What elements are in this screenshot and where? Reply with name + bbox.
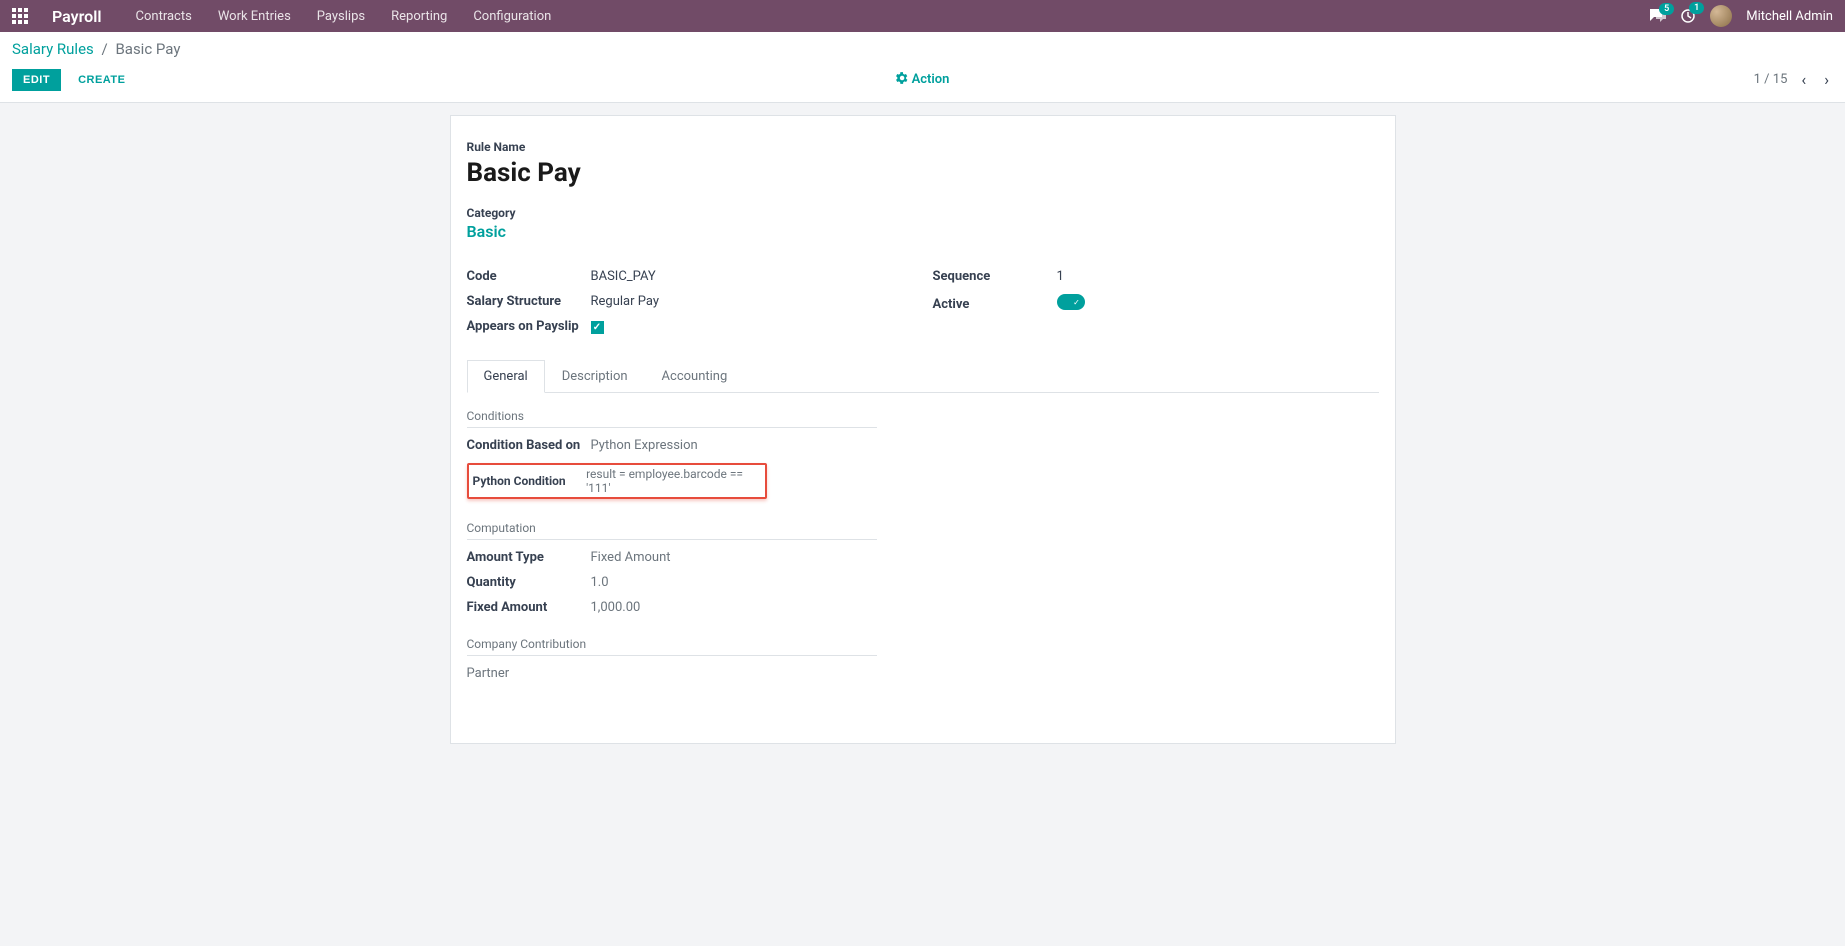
- action-dropdown[interactable]: Action: [896, 72, 950, 88]
- salary-structure-value[interactable]: Regular Pay: [591, 294, 660, 309]
- partner-label: Partner: [467, 666, 510, 681]
- messages-icon[interactable]: 5: [1650, 9, 1666, 23]
- rule-name-value: Basic Pay: [467, 158, 1379, 188]
- nav-contracts[interactable]: Contracts: [136, 9, 192, 24]
- company-contribution-title: Company Contribution: [467, 637, 877, 656]
- breadcrumb-parent[interactable]: Salary Rules: [12, 40, 94, 58]
- rule-name-label: Rule Name: [467, 140, 1379, 154]
- gear-icon: [896, 72, 908, 88]
- quantity-label: Quantity: [467, 575, 591, 590]
- user-name[interactable]: Mitchell Admin: [1746, 9, 1833, 24]
- tabs: General Description Accounting: [467, 360, 1379, 393]
- create-button[interactable]: CREATE: [67, 69, 136, 91]
- pager-text: 1 / 15: [1754, 72, 1788, 87]
- action-label: Action: [912, 72, 950, 87]
- condition-based-value: Python Expression: [591, 438, 698, 453]
- nav-configuration[interactable]: Configuration: [473, 9, 551, 24]
- sequence-value: 1: [1057, 269, 1064, 284]
- python-condition-value: result = employee.barcode == '111': [586, 467, 760, 495]
- app-title[interactable]: Payroll: [52, 7, 102, 26]
- python-condition-highlight: Python Condition result = employee.barco…: [467, 463, 767, 499]
- apps-icon[interactable]: [12, 8, 28, 24]
- edit-button[interactable]: EDIT: [12, 69, 61, 91]
- quantity-value: 1.0: [591, 575, 609, 590]
- amount-type-value: Fixed Amount: [591, 550, 671, 565]
- breadcrumb: Salary Rules / Basic Pay: [12, 32, 1833, 58]
- tab-description[interactable]: Description: [545, 360, 645, 393]
- condition-based-label: Condition Based on: [467, 438, 591, 453]
- tab-accounting[interactable]: Accounting: [645, 360, 745, 393]
- code-label: Code: [467, 269, 591, 284]
- active-toggle[interactable]: [1057, 294, 1085, 310]
- topbar: Payroll Contracts Work Entries Payslips …: [0, 0, 1845, 32]
- nav-reporting[interactable]: Reporting: [391, 9, 447, 24]
- code-value: BASIC_PAY: [591, 269, 656, 284]
- pager-prev-icon[interactable]: ‹: [1797, 68, 1810, 91]
- breadcrumb-sep: /: [102, 40, 108, 58]
- conditions-title: Conditions: [467, 409, 877, 428]
- activities-icon[interactable]: 1: [1680, 8, 1696, 24]
- form-sheet: Rule Name Basic Pay Category Basic Code …: [450, 115, 1396, 744]
- appears-on-payslip-label: Appears on Payslip: [467, 319, 591, 334]
- activities-badge: 1: [1689, 2, 1704, 14]
- tab-general[interactable]: General: [467, 360, 545, 393]
- sequence-label: Sequence: [933, 269, 1057, 284]
- python-condition-label: Python Condition: [473, 474, 587, 488]
- category-label: Category: [467, 206, 1379, 220]
- control-bar: Salary Rules / Basic Pay EDIT CREATE Act…: [0, 32, 1845, 103]
- fixed-amount-value: 1,000.00: [591, 600, 641, 615]
- pager-next-icon[interactable]: ›: [1820, 68, 1833, 91]
- breadcrumb-current: Basic Pay: [115, 40, 180, 58]
- salary-structure-label: Salary Structure: [467, 294, 591, 309]
- amount-type-label: Amount Type: [467, 550, 591, 565]
- appears-checkbox[interactable]: [591, 321, 604, 334]
- nav-work-entries[interactable]: Work Entries: [218, 9, 291, 24]
- fixed-amount-label: Fixed Amount: [467, 600, 591, 615]
- nav-payslips[interactable]: Payslips: [317, 9, 365, 24]
- avatar[interactable]: [1710, 5, 1732, 27]
- computation-title: Computation: [467, 521, 877, 540]
- active-label: Active: [933, 297, 1057, 312]
- messages-badge: 5: [1659, 3, 1674, 15]
- category-value[interactable]: Basic: [467, 222, 1379, 241]
